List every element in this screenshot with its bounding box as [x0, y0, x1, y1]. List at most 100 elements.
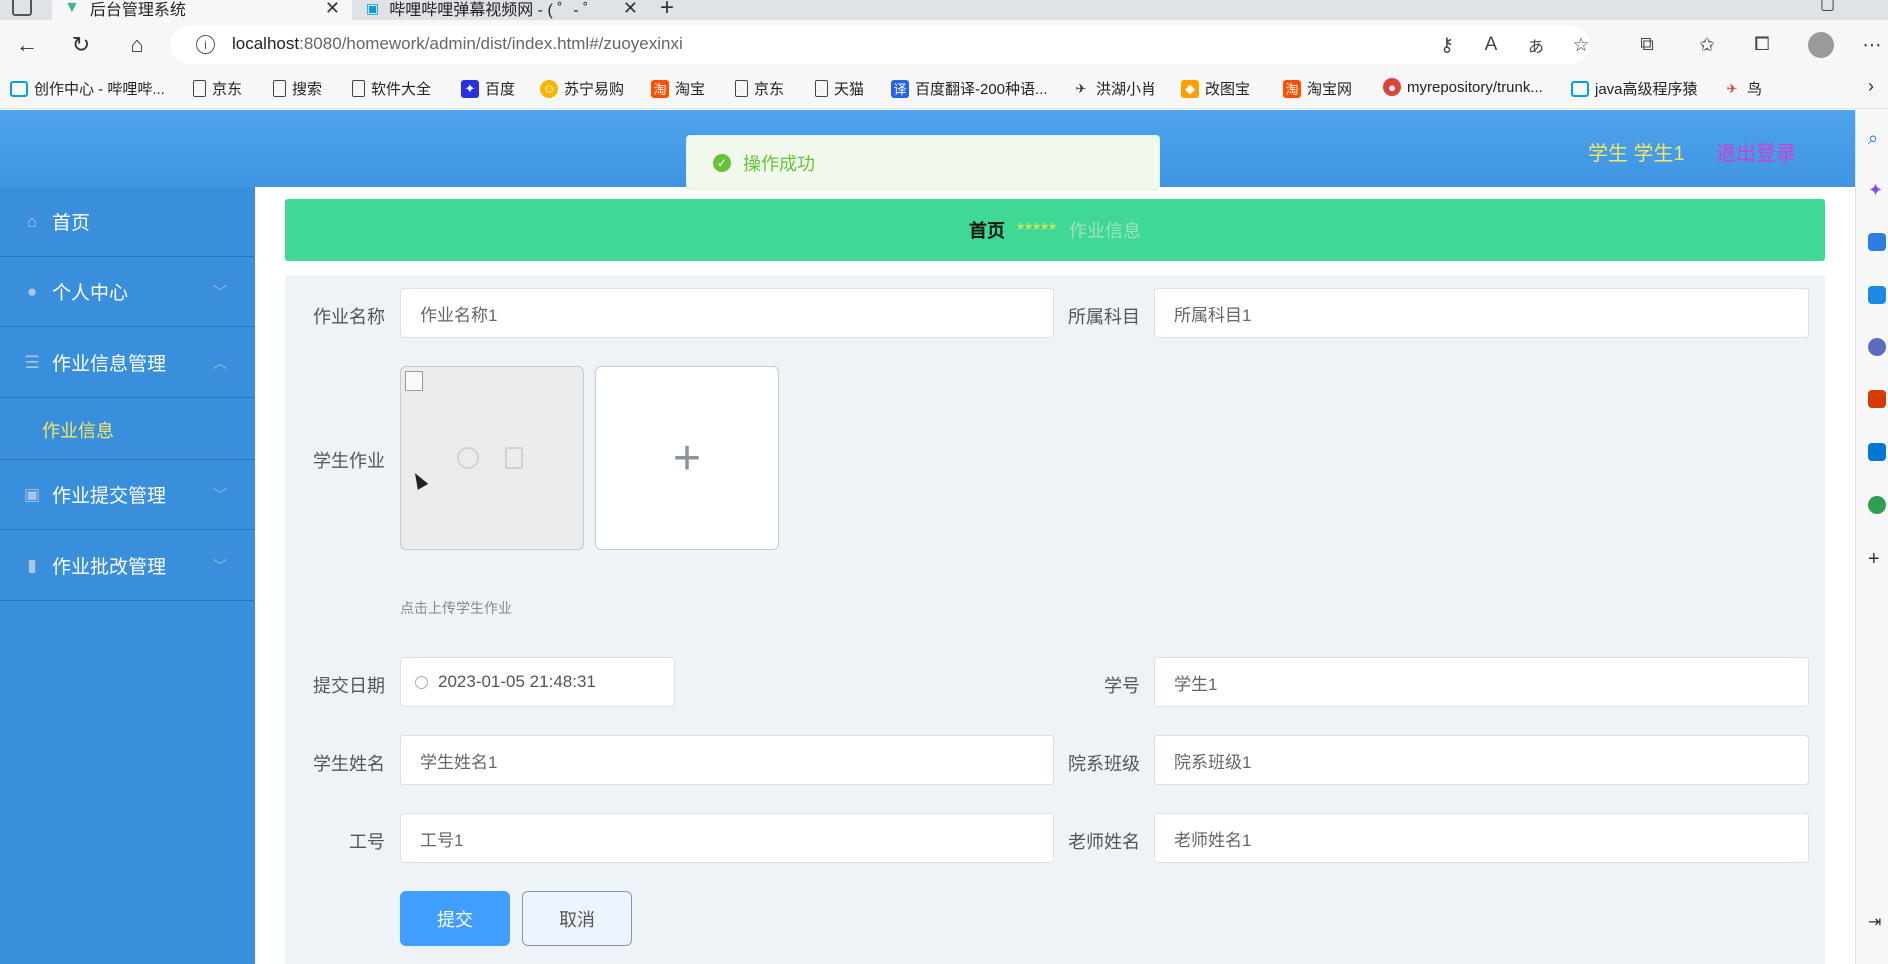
sidebar-item-grading[interactable]: ▮ 作业批改管理 ﹀ [0, 531, 255, 601]
upload-tip: 点击上传学生作业 [400, 600, 512, 616]
student-name-input[interactable]: 学生姓名1 [400, 735, 1054, 785]
add-icon[interactable]: + [1868, 548, 1880, 571]
office-icon[interactable] [1868, 390, 1886, 408]
key-icon[interactable]: ⚷ [1433, 32, 1461, 58]
subject-label: 所属科目 [1068, 307, 1140, 327]
bookmark-item[interactable]: 淘淘宝网 [1283, 78, 1352, 99]
teacher-input[interactable]: 老师姓名1 [1154, 813, 1809, 863]
favorite-add-icon[interactable]: ☆ [1567, 32, 1595, 58]
zoom-in-icon[interactable] [457, 447, 479, 469]
search-icon[interactable]: ⌕ [1868, 128, 1886, 148]
breadcrumb-home[interactable]: 首页 [969, 217, 1005, 243]
outlook-icon[interactable] [1868, 443, 1886, 461]
submit-button[interactable]: 提交 [400, 891, 510, 946]
home-icon[interactable]: ⌂ [122, 30, 152, 60]
bookmark-item[interactable]: java高级程序猿 [1571, 78, 1698, 99]
people-icon[interactable] [1868, 338, 1886, 356]
bookmark-item[interactable]: 天猫 [815, 78, 864, 99]
delete-icon[interactable] [505, 447, 523, 469]
tab-title: 后台管理系统 [89, 2, 186, 19]
copilot-icon[interactable]: ✦ [1868, 180, 1886, 200]
toolbox-icon[interactable] [1868, 286, 1886, 304]
bookmark-item[interactable]: 搜索 [273, 78, 322, 99]
sidebar-collapse-icon[interactable]: ⇥ [1868, 912, 1881, 932]
baidu-icon: ✦ [461, 79, 479, 98]
list-icon: ☰ [24, 352, 40, 372]
translate-icon[interactable]: あ [1522, 32, 1550, 58]
vue-icon: ▼ [64, 0, 80, 16]
tag-icon[interactable] [1868, 233, 1886, 251]
breadcrumb: 首页 ***** 作业信息 [285, 199, 1825, 261]
name-input[interactable]: 作业名称1 [400, 288, 1054, 338]
class-label: 院系班级 [1068, 754, 1140, 774]
suning-icon: ☺ [540, 79, 558, 98]
tree-icon[interactable] [1868, 496, 1886, 514]
translate-icon: 译 [891, 79, 909, 98]
read-aloud-icon[interactable]: A [1477, 32, 1505, 58]
extensions-icon[interactable]: ⧉ [1633, 32, 1661, 58]
bookmark-item[interactable]: 创作中心 - 哔哩哔... [10, 78, 165, 99]
student-no-input[interactable]: 学生1 [1154, 657, 1809, 707]
clipboard-icon: ▣ [23, 484, 41, 504]
sidebar-subitem-homework-info[interactable]: 作业信息 [0, 400, 255, 460]
tab-actions-icon[interactable] [12, 0, 32, 16]
homework-label: 学生作业 [313, 451, 385, 471]
check-icon: ✓ [713, 153, 731, 172]
close-icon[interactable]: ✕ [623, 0, 638, 19]
uploaded-image[interactable] [400, 366, 584, 550]
tab-bilibili[interactable]: ▣ 哔哩哔哩弹幕视频网 - ( ゜- ゜)つロ ✕ [354, 0, 650, 20]
bookmark-item[interactable]: ☺ 苏宁易购 [540, 78, 624, 99]
bookmark-item[interactable]: 译百度翻译-200种语... [891, 78, 1048, 99]
bookmark-item[interactable]: ◆ 改图宝 [1181, 78, 1250, 99]
collections-icon[interactable]: ⧠ [1748, 32, 1776, 58]
window-restore-icon[interactable]: ▢ [1820, 0, 1835, 14]
sidebar-item-homework-info[interactable]: ☰ 作业信息管理 ︿ [0, 328, 255, 398]
bookmark-item[interactable]: ✦ 百度 [461, 78, 515, 99]
info-icon[interactable]: i [196, 35, 215, 54]
sidebar-item-home[interactable]: ⌂ 首页 [0, 187, 255, 257]
avatar[interactable] [1808, 32, 1834, 58]
work-no-input[interactable]: 工号1 [400, 813, 1054, 863]
breadcrumb-separator: ***** [1016, 219, 1058, 240]
logout-link[interactable]: 退出登录 [1716, 137, 1796, 166]
url-text[interactable]: localhost:8080/homework/admin/dist/index… [232, 34, 683, 54]
success-toast: ✓ 操作成功 [686, 135, 1160, 190]
bookmark-item[interactable]: 淘淘宝 [651, 78, 705, 99]
page-icon [193, 80, 206, 97]
page-icon [815, 80, 828, 97]
current-user: 学生 学生1 [1588, 143, 1685, 165]
class-input[interactable]: 院系班级1 [1154, 735, 1809, 785]
date-picker[interactable]: 2023-01-05 21:48:31 [400, 657, 675, 707]
upload-add-button[interactable]: + [595, 366, 779, 550]
bookmark-item[interactable]: ✈ 鸟 [1723, 78, 1762, 99]
close-icon[interactable]: ✕ [325, 0, 340, 19]
plus-icon: + [672, 431, 702, 485]
more-icon[interactable]: ⋯ [1858, 32, 1886, 58]
page-icon [735, 80, 748, 97]
bookmark-item[interactable]: ● myrepository/trunk... [1383, 78, 1543, 96]
tab-title: 哔哩哔哩弹幕视频网 - ( ゜- ゜)つロ [389, 2, 589, 19]
microphone-icon: ▮ [27, 555, 37, 575]
bookmark-item[interactable]: 软件大全 [352, 78, 431, 99]
breadcrumb-current: 作业信息 [1069, 221, 1142, 241]
bookmark-item[interactable]: 京东 [193, 78, 242, 99]
chevron-right-icon[interactable]: › [1868, 76, 1874, 97]
broken-image-icon [405, 371, 423, 391]
date-value: 2023-01-05 21:48:31 [438, 672, 596, 691]
date-label: 提交日期 [313, 676, 385, 696]
cancel-button[interactable]: 取消 [522, 891, 632, 946]
new-tab-icon[interactable]: + [660, 0, 674, 22]
favorites-icon[interactable]: ✩ [1693, 32, 1721, 58]
bookmark-item[interactable]: ✈ 洪湖小肖 [1072, 78, 1156, 99]
tab-admin[interactable]: ▼ 后台管理系统 ✕ [52, 0, 352, 20]
refresh-icon[interactable]: ↻ [66, 30, 96, 60]
bookmark-item[interactable]: 京东 [735, 78, 784, 99]
sidebar-item-profile[interactable]: ● 个人中心 ﹀ [0, 257, 255, 327]
sidebar-item-submissions[interactable]: ▣ 作业提交管理 ﹀ [0, 460, 255, 530]
name-label: 作业名称 [313, 307, 385, 327]
chevron-down-icon: ﹀ [213, 486, 227, 503]
chevron-down-icon: ﹀ [213, 557, 227, 574]
back-icon[interactable]: ← [12, 30, 42, 60]
bilibili-icon [1571, 80, 1589, 97]
subject-input[interactable]: 所属科目1 [1154, 288, 1809, 338]
